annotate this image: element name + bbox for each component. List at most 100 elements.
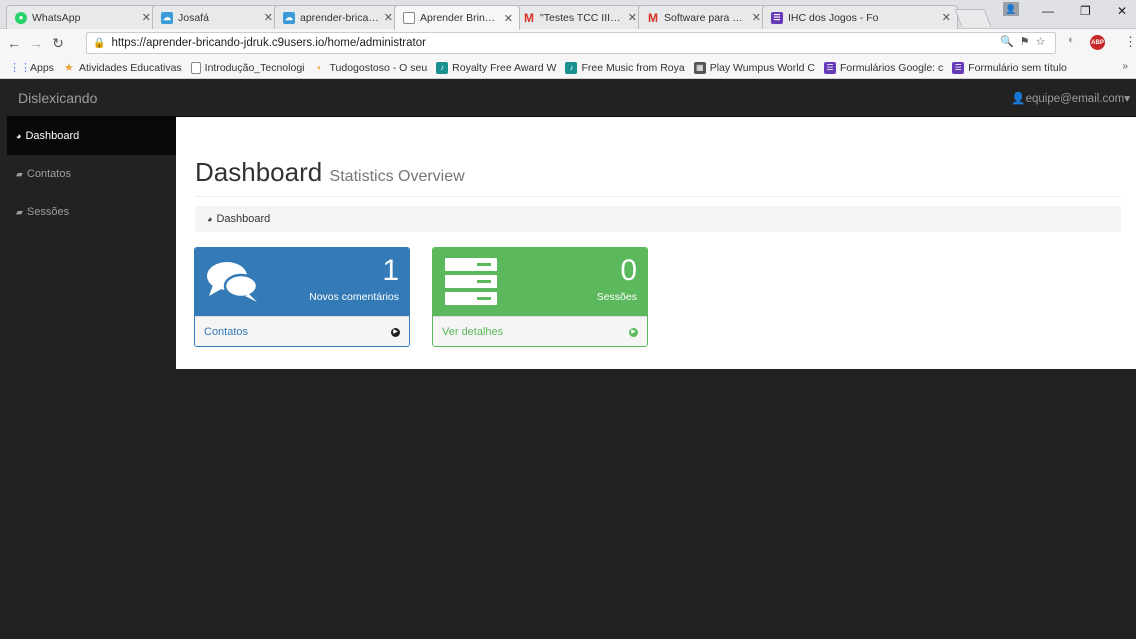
tab-title: WhatsApp [32,11,81,24]
gmail-icon: M [524,10,534,25]
tab-title: Josafá [178,11,209,24]
zoom-icon[interactable]: 🔍 [1000,35,1014,48]
bookmark-label: Formulários Google: c [839,61,944,74]
arrow-circle-right-icon: ▶ [629,327,638,337]
sidebar-item-label: Sessões [26,206,70,218]
extension-icon[interactable]: ◐ [1068,34,1075,46]
sidebar: ◕ Dashboard ▰ Contatos ▰ Sessões [7,117,176,639]
bookmark-label: Play Wumpus World C [709,61,815,74]
tab-title: Software para crian [664,11,748,24]
bookmarks-overflow-button[interactable]: » [1122,61,1128,72]
arrow-circle-right-icon: ▶ [391,327,400,337]
tab-ihc-jogos[interactable]: ☰ IHC dos Jogos - Fo ✕ [762,5,958,29]
back-icon[interactable]: ← [6,35,22,51]
bookmarks-bar: ⋮⋮ Apps ★ Atividades Educativas Introduç… [0,57,1136,79]
omnibox-actions: 🔍 ⚑ ☆ [1000,35,1060,48]
close-icon[interactable]: ✕ [264,11,273,24]
panel-footer-link[interactable]: Contatos ▶ [195,316,409,346]
bookmark-icon: ★ [64,62,74,74]
bookmark-formularios-google[interactable]: ☰ Formulários Google: c [823,61,944,74]
gmail-icon: M [648,10,658,25]
page-subtitle: Statistics Overview [329,168,465,185]
sidebar-item-dashboard[interactable]: ◕ Dashboard [7,117,176,155]
bookmark-tudogostoso[interactable]: ◐ Tudogostoso - O seu [314,61,428,74]
breadcrumb-item: Dashboard [216,213,271,225]
star-icon[interactable]: ☆ [1036,35,1046,48]
close-icon[interactable]: ✕ [384,11,393,24]
minimize-icon[interactable]: — [1042,4,1054,18]
bookmark-icon: ♪ [565,61,578,74]
reload-icon[interactable]: ↻ [50,35,66,52]
bookmark-icon: ◐ [317,63,322,72]
comments-icon [207,262,259,302]
main-content: Dashboard Statistics Overview ◕ Dashboar… [176,117,1136,369]
translate-icon[interactable]: ⚑ [1020,35,1030,48]
sidebar-item-sessoes[interactable]: ▰ Sessões [7,193,176,231]
cloud9-icon: ☁ [283,11,295,24]
app-navbar: Dislexicando 👤equipe@email.com▾ [7,80,1136,117]
breadcrumb: ◕ Dashboard [195,206,1121,232]
browser-tab-strip: ● WhatsApp ✕ ☁ Josafá ✕ ☁ aprender-brica… [0,0,1136,30]
user-menu[interactable]: 👤equipe@email.com▾ [1011,91,1130,105]
close-icon[interactable]: ✕ [942,11,951,24]
bookmark-label: Formulário sem título [968,61,1067,74]
brand-link[interactable]: Dislexicando [18,90,97,106]
bookmark-royalty-award[interactable]: ♪ Royalty Free Award W [436,61,557,74]
lock-icon: 🔒 [93,37,106,49]
tab-title: Aprender Brincand [420,12,500,24]
close-icon[interactable]: ✕ [752,11,761,24]
panel-count: 0 [620,254,637,287]
address-bar[interactable]: 🔒 https://aprender-bricando-jdruk.c9user… [86,32,1056,54]
dashboard-icon: ◕ [16,131,22,141]
new-tab-button[interactable] [954,9,992,27]
browser-menu-icon[interactable]: ⋮ [1124,34,1136,50]
panel-footer-link[interactable]: Ver detalhes ▶ [433,316,647,346]
bookmark-atividades[interactable]: ★ Atividades Educativas [63,62,182,75]
panel-footer-label: Ver detalhes [442,326,504,338]
forms-icon: ☰ [771,11,783,24]
cloud9-icon: ☁ [161,11,173,24]
tab-title: aprender-bricando [300,11,380,24]
bookmark-wumpus[interactable]: ▦ Play Wumpus World C [693,61,815,74]
tab-software-criancas[interactable]: M Software para crian ✕ [638,5,768,29]
close-window-icon[interactable]: ✕ [1117,4,1127,18]
bookmark-icon: ♪ [436,61,449,74]
bookmark-label: Free Music from Roya [581,61,685,74]
forms-icon: ☰ [823,61,836,74]
bookmark-label: Introdução_Tecnologi [204,61,305,74]
tab-josafa[interactable]: ☁ Josafá ✕ [152,5,280,29]
panel-heading: 1 Novos comentários [195,248,409,316]
restore-icon[interactable]: ❐ [1080,4,1091,18]
bookmark-introducao[interactable]: Introdução_Tecnologi [190,61,305,74]
page-header: Dashboard Statistics Overview [195,157,1121,197]
user-email: equipe@email.com [1025,93,1125,105]
sidebar-item-contatos[interactable]: ▰ Contatos [7,155,176,193]
server-icon [445,258,497,305]
tab-testes-tcc[interactable]: M "Testes TCC III" - ja ✕ [514,5,644,29]
close-icon[interactable]: ✕ [142,11,151,24]
panel-footer-label: Contatos [204,326,249,338]
bookmark-icon: ▦ [693,61,706,74]
panel-count: 1 [382,254,399,287]
forward-icon[interactable]: → [28,35,44,51]
tab-aprender-brincando[interactable]: Aprender Brincand ✕ [394,5,520,30]
bookmark-label: Royalty Free Award W [452,61,557,74]
bookmark-free-music[interactable]: ♪ Free Music from Roya [565,61,685,74]
adblock-plus-icon[interactable]: ABP [1090,35,1105,50]
profile-icon[interactable]: 👤 [1003,2,1019,16]
sidebar-item-label: Contatos [26,168,71,180]
tab-title: IHC dos Jogos - Fo [788,11,879,24]
bookmark-formulario-sem-titulo[interactable]: ☰ Formulário sem título [952,61,1067,74]
panel-heading: 0 Sessões [433,248,647,316]
page-icon [403,12,415,24]
bookmark-label: Tudogostoso - O seu [329,61,428,74]
user-icon: 👤 [1011,93,1026,105]
sidebar-item-label: Dashboard [25,130,80,142]
tab-aprender-bricando[interactable]: ☁ aprender-bricando ✕ [274,5,400,29]
bookmark-apps[interactable]: ⋮⋮ Apps [9,62,54,75]
close-icon[interactable]: ✕ [628,11,637,24]
apps-grid-icon: ⋮⋮ [9,62,31,74]
tab-whatsapp[interactable]: ● WhatsApp ✕ [6,5,158,29]
close-icon[interactable]: ✕ [504,12,513,25]
tab-title: "Testes TCC III" - ja [540,11,624,24]
